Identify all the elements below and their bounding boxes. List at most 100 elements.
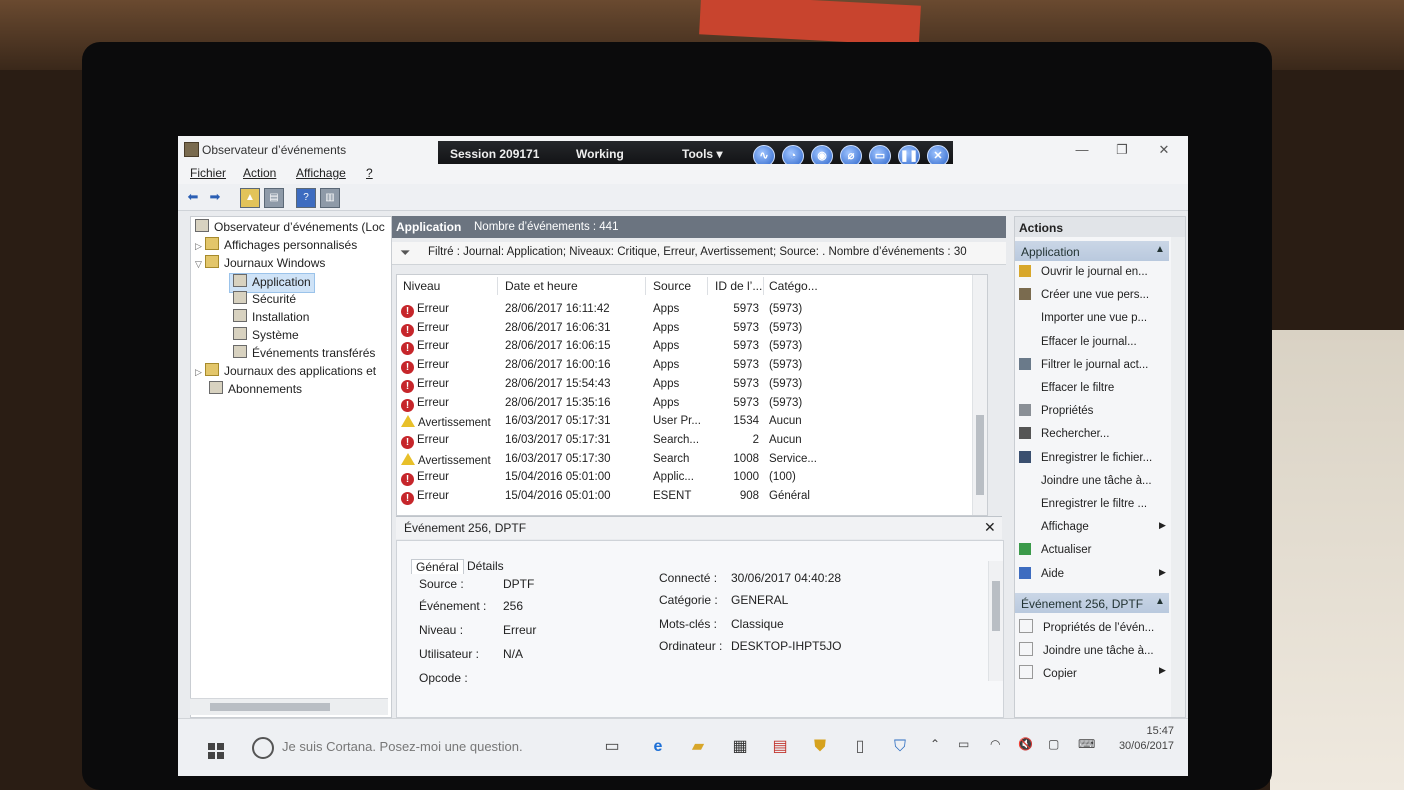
volume-muted-icon[interactable]: 🔇 xyxy=(1018,737,1033,751)
restore-button[interactable]: ❐ xyxy=(1113,142,1131,158)
wifi-icon[interactable]: ◠ xyxy=(990,737,1000,751)
tree-horizontal-scrollbar[interactable] xyxy=(190,698,388,715)
table-row[interactable]: Avertissement 16/03/2017 05:17:31 User Pr.… xyxy=(397,413,987,431)
row-category: (5973) xyxy=(769,377,803,390)
file-explorer-icon[interactable]: ▰ xyxy=(688,737,708,757)
table-row[interactable]: ! Erreur 28/06/2017 15:54:43 Apps 5973 (5973) xyxy=(397,376,987,394)
action-item[interactable]: Créer une vue pers... xyxy=(1019,288,1169,308)
table-row[interactable]: Avertissement 16/03/2017 05:17:30 Search 10… xyxy=(397,451,987,469)
tree-log-application[interactable]: Application xyxy=(229,273,315,293)
tree-log-system[interactable]: Système xyxy=(233,327,299,345)
action-item[interactable]: Propriétés de l’évén... xyxy=(1019,619,1169,639)
forward-arrow-icon[interactable]: ➡ xyxy=(206,188,224,206)
scroll-thumb[interactable] xyxy=(992,581,1000,631)
action-item[interactable]: Filtrer le journal act... xyxy=(1019,357,1169,378)
menu-fichier[interactable]: Fichier xyxy=(190,166,226,180)
tools-menu[interactable]: Tools ▾ xyxy=(682,147,722,161)
action-item[interactable]: Affichage ▶ xyxy=(1019,520,1169,540)
tree-custom-views[interactable]: ▷ Affichages personnalisés xyxy=(195,237,357,255)
clock-date: 30/06/2017 xyxy=(1118,740,1174,752)
windows-start-icon[interactable] xyxy=(208,743,224,759)
action-item[interactable]: Effacer le journal... xyxy=(1019,335,1169,355)
column-separator[interactable] xyxy=(763,277,764,295)
chevron-down-icon[interactable]: ▽ xyxy=(195,259,205,270)
security-shield-icon[interactable]: ⛊ xyxy=(810,737,830,757)
column-separator[interactable] xyxy=(645,277,646,295)
action-item[interactable]: Enregistrer le fichier... xyxy=(1019,450,1169,471)
action-item[interactable]: Propriétés xyxy=(1019,404,1169,424)
action-item[interactable]: Joindre une tâche à... xyxy=(1019,474,1169,494)
col-date[interactable]: Date et heure xyxy=(505,279,578,293)
action-item[interactable]: Rechercher... xyxy=(1019,427,1169,447)
task-view-icon[interactable]: ▭ xyxy=(602,737,622,757)
tree-log-security[interactable]: Sécurité xyxy=(233,291,296,309)
tab-general[interactable]: Général xyxy=(411,559,464,574)
table-row[interactable]: ! Erreur 28/06/2017 15:35:16 Apps 5973 (5973) xyxy=(397,395,987,413)
actions-section-application[interactable]: Application ▲ xyxy=(1015,241,1169,261)
tree-app-logs[interactable]: ▷ Journaux des applications et xyxy=(195,363,376,381)
keyboard-icon[interactable]: ⌨ xyxy=(1078,737,1095,751)
action-item[interactable]: Effacer le filtre xyxy=(1019,381,1169,401)
action-item[interactable]: Copier ▶ xyxy=(1019,665,1169,685)
table-row[interactable]: ! Erreur 28/06/2017 16:06:31 Apps 5973 (5973) xyxy=(397,320,987,338)
col-source[interactable]: Source xyxy=(653,279,691,293)
console-tree-icon[interactable]: ▤ xyxy=(264,188,284,208)
back-arrow-icon[interactable]: ⬅ xyxy=(184,188,202,206)
chevron-right-icon[interactable]: ▷ xyxy=(195,367,205,378)
col-id[interactable]: ID de l’... xyxy=(715,279,762,293)
actions-section-event[interactable]: Événement 256, DPTF ▲ xyxy=(1015,593,1169,613)
menu-affichage[interactable]: Affichage xyxy=(296,166,346,180)
collapse-up-icon[interactable]: ▲ xyxy=(1155,596,1165,607)
action-item[interactable]: Joindre une tâche à... xyxy=(1019,642,1169,662)
table-row[interactable]: ! Erreur 28/06/2017 16:11:42 Apps 5973 (5973) xyxy=(397,301,987,319)
action-item[interactable]: Importer une vue p... xyxy=(1019,311,1169,331)
table-row[interactable]: ! Erreur 15/04/2016 05:01:00 ESENT 908 Généra… xyxy=(397,488,987,506)
close-button[interactable]: ✕ xyxy=(1155,142,1173,158)
action-pane-icon[interactable]: ▥ xyxy=(320,188,340,208)
store-icon[interactable]: ▦ xyxy=(730,737,750,757)
tree-windows-logs[interactable]: ▽ Journaux Windows xyxy=(195,255,325,273)
table-row[interactable]: ! Erreur 28/06/2017 16:00:16 Apps 5973 (5973) xyxy=(397,357,987,375)
tree-subscriptions[interactable]: Abonnements xyxy=(209,381,302,399)
col-category[interactable]: Catégo... xyxy=(769,279,818,293)
minimize-button[interactable]: — xyxy=(1073,142,1091,157)
table-row[interactable]: ! Erreur 16/03/2017 05:17:31 Search... 2 Aucu… xyxy=(397,432,987,450)
device-icon[interactable]: ▯ xyxy=(850,737,870,757)
tab-details[interactable]: Détails xyxy=(463,559,508,573)
folder-icon xyxy=(205,363,219,376)
detail-pane: Général Détails Source : DPTF Événement … xyxy=(396,540,1004,718)
cortana-search[interactable]: Je suis Cortana. Posez-moi une question. xyxy=(282,739,523,754)
column-separator[interactable] xyxy=(497,277,498,295)
folder-up-icon[interactable]: ▲ xyxy=(240,188,260,208)
menu-help[interactable]: ? xyxy=(366,166,373,180)
taskbar-clock[interactable]: 15:47 30/06/2017 xyxy=(1118,725,1174,752)
scroll-thumb[interactable] xyxy=(210,703,330,711)
actions-vertical-scrollbar[interactable] xyxy=(1171,237,1185,717)
tree-root[interactable]: Observateur d’événements (Loc xyxy=(195,219,385,237)
edge-icon[interactable]: e xyxy=(648,737,668,757)
cortana-icon[interactable] xyxy=(252,737,274,759)
chevron-up-icon[interactable]: ⌃ xyxy=(930,737,940,751)
close-detail-icon[interactable]: ✕ xyxy=(984,519,996,536)
table-row[interactable]: ! Erreur 15/04/2016 05:01:00 Applic... 1000 (… xyxy=(397,469,987,487)
action-item[interactable]: Enregistrer le filtre ... xyxy=(1019,497,1169,517)
scroll-thumb[interactable] xyxy=(976,415,984,495)
col-level[interactable]: Niveau xyxy=(403,279,440,293)
events-vertical-scrollbar[interactable] xyxy=(972,275,987,515)
teamviewer-shield-icon[interactable]: ⛉ xyxy=(890,737,910,757)
notification-icon[interactable]: ▢ xyxy=(1048,737,1059,751)
battery-icon[interactable]: ▭ xyxy=(958,737,969,751)
detail-vertical-scrollbar[interactable] xyxy=(988,561,1003,681)
reader-icon[interactable]: ▤ xyxy=(770,737,790,757)
help-icon[interactable]: ? xyxy=(296,188,316,208)
action-item[interactable]: Aide ▶ xyxy=(1019,566,1169,587)
column-separator[interactable] xyxy=(707,277,708,295)
collapse-up-icon[interactable]: ▲ xyxy=(1155,244,1165,255)
menu-action[interactable]: Action xyxy=(243,166,276,180)
table-row[interactable]: ! Erreur 28/06/2017 16:06:15 Apps 5973 (5973) xyxy=(397,338,987,356)
tree-log-setup[interactable]: Installation xyxy=(233,309,309,327)
tree-log-forwarded[interactable]: Événements transférés xyxy=(233,345,375,363)
action-item[interactable]: Ouvrir le journal en... xyxy=(1019,265,1169,285)
chevron-right-icon[interactable]: ▷ xyxy=(195,241,205,252)
action-item[interactable]: Actualiser xyxy=(1019,543,1169,563)
